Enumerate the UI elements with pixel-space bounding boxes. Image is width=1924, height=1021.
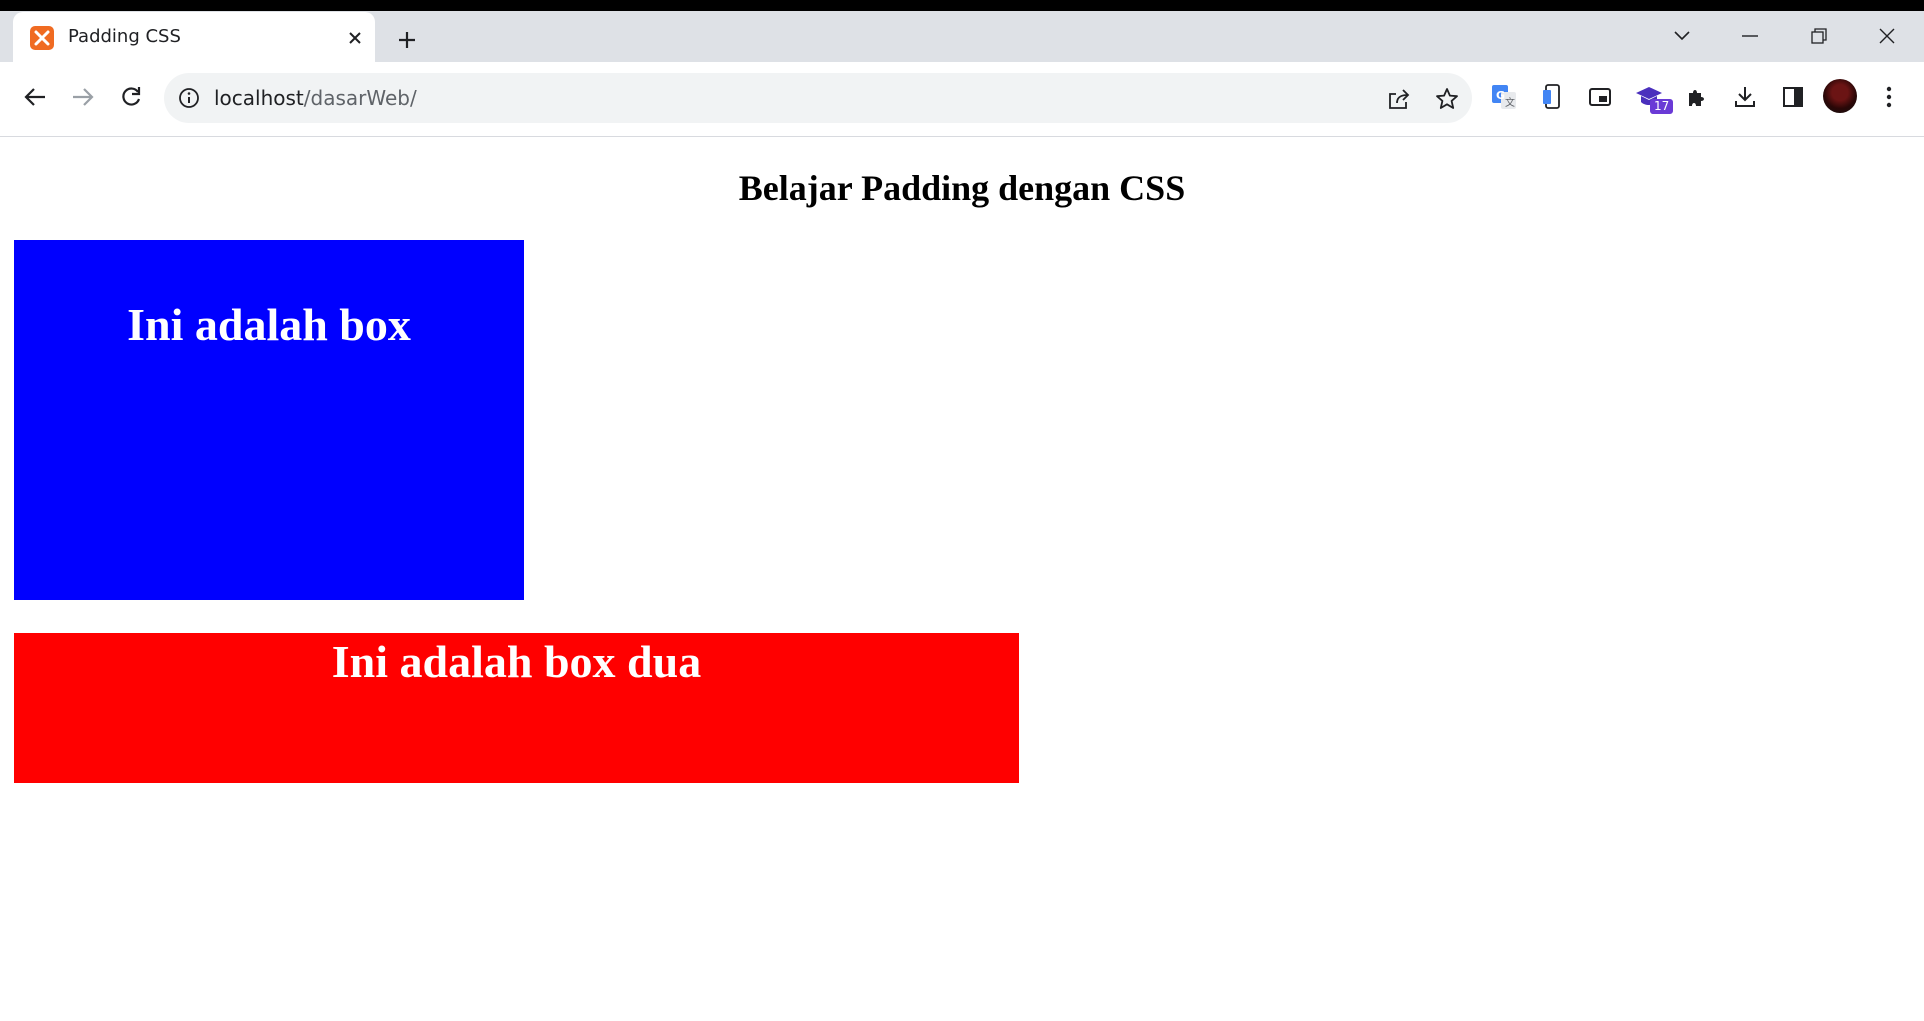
download-icon[interactable] bbox=[1726, 78, 1764, 116]
new-tab-button[interactable] bbox=[390, 23, 424, 57]
box-one: Ini adalah box bbox=[14, 240, 524, 600]
browser-toolbar: localhost/dasarWeb/ G文 17 bbox=[0, 62, 1924, 137]
box-one-text: Ini adalah box bbox=[127, 299, 411, 350]
xampp-icon bbox=[30, 26, 54, 50]
url-host: localhost bbox=[214, 86, 304, 110]
browser-window: Padding CSS localhost/dasarWeb/ G 文 17 B… bbox=[0, 11, 1924, 1021]
mobile-device-icon[interactable] bbox=[1533, 78, 1571, 116]
profile-avatar[interactable] bbox=[1823, 79, 1857, 113]
site-info-icon[interactable] bbox=[178, 87, 200, 114]
minimize-icon[interactable] bbox=[1730, 19, 1770, 53]
tab-strip: Padding CSS bbox=[0, 11, 1924, 62]
close-window-icon[interactable] bbox=[1867, 19, 1907, 53]
graduation-cap-icon[interactable]: 17 bbox=[1630, 78, 1674, 116]
address-bar[interactable]: localhost/dasarWeb/ bbox=[164, 73, 1472, 123]
tab-title: Padding CSS bbox=[68, 26, 181, 47]
url-path: /dasarWeb/ bbox=[303, 86, 417, 110]
box-two-text: Ini adalah box dua bbox=[331, 636, 702, 687]
reload-icon[interactable] bbox=[112, 78, 150, 116]
forward-arrow-icon[interactable] bbox=[64, 78, 102, 116]
tab-padding-css[interactable]: Padding CSS bbox=[13, 12, 375, 62]
more-menu-icon[interactable] bbox=[1870, 78, 1908, 116]
box-two: Ini adalah box dua bbox=[14, 633, 1019, 783]
picture-in-picture-icon[interactable] bbox=[1581, 78, 1619, 116]
extension-badge: 17 bbox=[1650, 99, 1674, 114]
bookmark-star-icon[interactable] bbox=[1432, 84, 1462, 114]
web-page-content: Belajar Padding dengan CSS Ini adalah bo… bbox=[2, 137, 1922, 1021]
google-translate-icon[interactable]: G文 bbox=[1485, 78, 1523, 116]
svg-text:文: 文 bbox=[1505, 96, 1515, 109]
url-text[interactable]: localhost/dasarWeb/ bbox=[214, 86, 417, 110]
share-icon[interactable] bbox=[1384, 84, 1414, 114]
svg-text:G: G bbox=[1496, 89, 1505, 102]
tab-search-chevron-icon[interactable] bbox=[1662, 19, 1702, 53]
restore-icon[interactable] bbox=[1799, 19, 1839, 53]
page-heading: Belajar Padding dengan CSS bbox=[738, 168, 1186, 208]
close-tab-icon[interactable] bbox=[342, 25, 368, 51]
side-panel-icon[interactable] bbox=[1774, 78, 1812, 116]
back-arrow-icon[interactable] bbox=[16, 78, 54, 116]
extensions-puzzle-icon[interactable] bbox=[1678, 78, 1716, 116]
